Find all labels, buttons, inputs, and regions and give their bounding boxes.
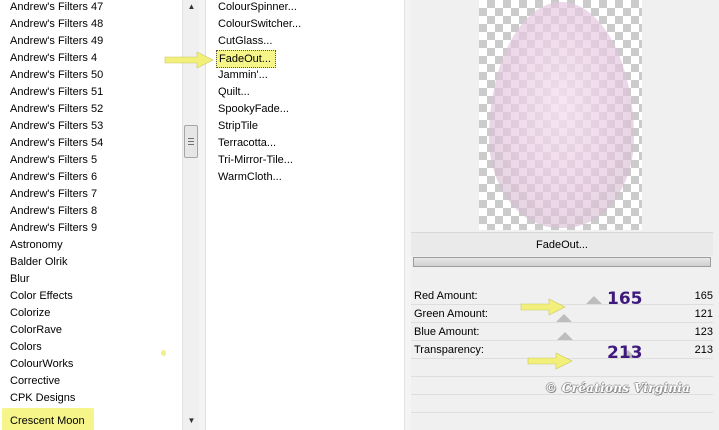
filter-item-selected[interactable]: FadeOut...: [216, 50, 276, 68]
slider-thumb[interactable]: [586, 296, 603, 304]
category-item[interactable]: Andrew's Filters 8: [10, 203, 97, 220]
category-item[interactable]: Corrective: [10, 373, 60, 390]
category-item[interactable]: ColorRave: [10, 322, 62, 339]
row-divider: [411, 376, 713, 377]
category-item[interactable]: Andrew's Filters 54: [10, 135, 103, 152]
parameter-label: Blue Amount:: [414, 326, 480, 338]
filter-item[interactable]: Quilt...: [218, 84, 250, 101]
filter-item[interactable]: Terracotta...: [218, 135, 276, 152]
yellow-pointer-arrow-icon: [164, 51, 214, 69]
filter-item[interactable]: Jammin'...: [218, 67, 268, 84]
yellow-pointer-arrow-icon: [527, 352, 573, 370]
category-item[interactable]: Andrew's Filters 53: [10, 118, 103, 135]
row-divider: [411, 412, 713, 413]
category-item[interactable]: Andrew's Filters 49: [10, 33, 103, 50]
preview-egg-shape: [489, 2, 634, 228]
category-item[interactable]: Colorize: [10, 305, 50, 322]
category-item[interactable]: Andrew's Filters 50: [10, 67, 103, 84]
scroll-down-icon[interactable]: ▼: [183, 414, 200, 428]
category-item[interactable]: Andrew's Filters 6: [10, 169, 97, 186]
filter-item[interactable]: SpookyFade...: [218, 101, 289, 118]
parameter-label: Red Amount:: [414, 290, 478, 302]
category-item[interactable]: Balder Olrik: [10, 254, 67, 271]
category-item[interactable]: Astronomy: [10, 237, 63, 254]
scroll-thumb[interactable]: [184, 125, 198, 158]
decorative-dot: [161, 350, 166, 356]
category-list[interactable]: Andrew's Filters 47 Andrew's Filters 48 An…: [0, 0, 182, 430]
filter-item[interactable]: Tri-Mirror-Tile...: [218, 152, 293, 169]
parameter-slider[interactable]: [499, 323, 677, 341]
category-item[interactable]: Andrew's Filters 4: [10, 50, 97, 67]
filter-item[interactable]: StripTile: [218, 118, 258, 135]
category-item[interactable]: Andrew's Filters 48: [10, 16, 103, 33]
progress-bar: [413, 257, 711, 267]
annotation-value: 213: [607, 343, 643, 363]
watermark: © Créations Virginia: [545, 381, 691, 395]
filter-title: FadeOut...: [411, 232, 713, 256]
category-item[interactable]: Andrew's Filters 52: [10, 101, 103, 118]
parameter-row: Blue Amount: 123: [411, 323, 713, 341]
parameter-value: 213: [694, 344, 713, 356]
filter-item[interactable]: ColourSpinner...: [218, 0, 297, 16]
category-item[interactable]: Andrew's Filters 7: [10, 186, 97, 203]
filter-item[interactable]: ColourSwitcher...: [218, 16, 301, 33]
parameter-value: 123: [694, 326, 713, 338]
category-item[interactable]: Andrew's Filters 47: [10, 0, 103, 16]
category-item-selected[interactable]: Crescent Moon: [2, 408, 94, 430]
scroll-up-icon[interactable]: ▲: [183, 0, 200, 14]
filter-list[interactable]: ColourSpinner... ColourSwitcher... CutGlas…: [207, 0, 404, 430]
parameter-value: 121: [694, 308, 713, 320]
filter-item[interactable]: WarmCloth...: [218, 169, 282, 186]
category-item[interactable]: Color Effects: [10, 288, 73, 305]
category-item[interactable]: Andrew's Filters 5: [10, 152, 97, 169]
category-item[interactable]: CPK Designs: [10, 390, 75, 407]
preview-image: [479, 0, 642, 230]
category-item[interactable]: Blur: [10, 271, 30, 288]
category-item[interactable]: Colors: [10, 339, 42, 356]
parameter-label: Transparency:: [414, 344, 484, 356]
filter-item[interactable]: CutGlass...: [218, 33, 272, 50]
category-item[interactable]: ColourWorks: [10, 356, 73, 373]
panel-divider: [404, 0, 411, 430]
yellow-pointer-arrow-icon: [520, 298, 566, 316]
parameter-label: Green Amount:: [414, 308, 488, 320]
category-item[interactable]: Andrew's Filters 51: [10, 84, 103, 101]
parameter-value: 165: [694, 290, 713, 302]
category-item[interactable]: Andrew's Filters 9: [10, 220, 97, 237]
slider-thumb[interactable]: [556, 332, 573, 340]
